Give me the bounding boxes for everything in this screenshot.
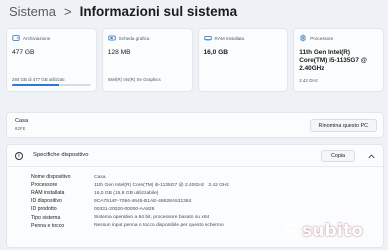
- spec-label: Nome dispositivo: [31, 174, 71, 181]
- ram-icon: [203, 34, 212, 42]
- breadcrumb-parent-sistema[interactable]: Sistema: [9, 4, 56, 19]
- watermark-text: subito: [302, 221, 364, 241]
- chevron-up-icon[interactable]: [367, 152, 375, 160]
- storage-progress-bar: [12, 84, 91, 86]
- device-name-panel: Casa 82FE Rinomina questo PC: [6, 112, 384, 138]
- spec-label: Tipo sistema: [31, 214, 61, 221]
- spec-value: Casa: [94, 174, 106, 180]
- storage-icon: [12, 34, 20, 42]
- device-model: 82FE: [15, 126, 26, 131]
- spec-label: Processore: [31, 182, 58, 189]
- device-name: Casa: [15, 118, 29, 124]
- spec-row-processor: Processore 11th Gen Intel(R) Core(TM) i5…: [31, 181, 229, 189]
- spec-label: RAM installata: [31, 190, 65, 197]
- processor-label: Processore: [310, 35, 334, 41]
- processor-speed: 2.42 GHz: [299, 78, 318, 83]
- spec-value: Sistema operativo a 64 bit, processore b…: [94, 215, 210, 221]
- subito-watermark: subito: [283, 220, 363, 242]
- ram-card[interactable]: RAM installata 16,0 GB: [197, 28, 289, 92]
- spec-value: 11th Gen Intel(R) Core(TM) i5-1135G7 @ 2…: [94, 182, 229, 188]
- info-icon: i: [15, 152, 23, 160]
- storage-label: Archiviazione: [23, 35, 51, 41]
- spec-row-ram: RAM installata 16,0 GB (15,8 GB utilizza…: [31, 189, 229, 197]
- breadcrumb: Sistema > Informazioni sul sistema: [9, 1, 237, 21]
- graphics-card-icon: [108, 34, 116, 42]
- device-specs-header[interactable]: i Specifiche dispositivo Copia: [7, 145, 383, 167]
- storage-progress-fill: [12, 84, 59, 86]
- spec-row-device-name: Nome dispositivo Casa: [31, 173, 229, 181]
- spec-row-device-id: ID dispositivo 9CA7514F-7094-4645-B1AE-4…: [31, 197, 229, 205]
- ram-value: 16,0 GB: [203, 49, 229, 56]
- summary-cards: Archiviazione 477 GB 284 GB di 477 GB ut…: [6, 28, 384, 92]
- spec-label: ID dispositivo: [31, 198, 62, 205]
- spec-value: 16,0 GB (15,8 GB utilizzabile): [94, 190, 159, 196]
- page-title: Informazioni sul sistema: [79, 3, 238, 19]
- processor-icon: [299, 34, 307, 42]
- spec-label: Penna e tocco: [31, 222, 65, 229]
- spec-row-system-type: Tipo sistema Sistema operativo a 64 bit,…: [31, 213, 229, 221]
- breadcrumb-separator: >: [63, 3, 72, 19]
- storage-card[interactable]: Archiviazione 477 GB 284 GB di 477 GB ut…: [6, 28, 97, 92]
- spec-value: 00331-20020-00000-AA828: [94, 206, 155, 212]
- storage-usage-text: 284 GB di 477 GB utilizzati: [12, 77, 65, 82]
- graphics-name: Intel(R) Iris(R) Xe Graphics: [107, 77, 161, 82]
- ram-label: RAM installata: [214, 35, 245, 41]
- processor-card[interactable]: Processore 11th Gen Intel(R) Core(TM) i5…: [293, 28, 384, 92]
- graphics-card[interactable]: Scheda grafica 128 MB Intel(R) Iris(R) X…: [101, 28, 193, 92]
- storage-value: 477 GB: [12, 49, 35, 56]
- spec-value: 9CA7514F-7094-4645-B1AE-48628A531384: [94, 198, 192, 204]
- spec-row-pen-touch: Penna e tocco Nessun input penna o tocco…: [31, 222, 229, 230]
- graphics-label: Scheda grafica: [118, 35, 150, 41]
- device-specs-list: Nome dispositivo Casa Processore 11th Ge…: [31, 173, 229, 230]
- rename-pc-button[interactable]: Rinomina questo PC: [309, 119, 377, 132]
- copy-button[interactable]: Copia: [321, 150, 355, 162]
- spec-row-product-id: ID prodotto 00331-20020-00000-AA828: [31, 205, 229, 213]
- spec-value: Nessun input penna o tocco disponibile p…: [94, 223, 224, 229]
- graphics-value: 128 MB: [107, 49, 131, 56]
- subito-logo-icon: [283, 223, 299, 239]
- spec-label: ID prodotto: [31, 206, 57, 213]
- device-specs-title: Specifiche dispositivo: [33, 152, 89, 158]
- processor-value: 11th Gen Intel(R) Core(TM) i5-1135G7 @ 2…: [299, 49, 367, 72]
